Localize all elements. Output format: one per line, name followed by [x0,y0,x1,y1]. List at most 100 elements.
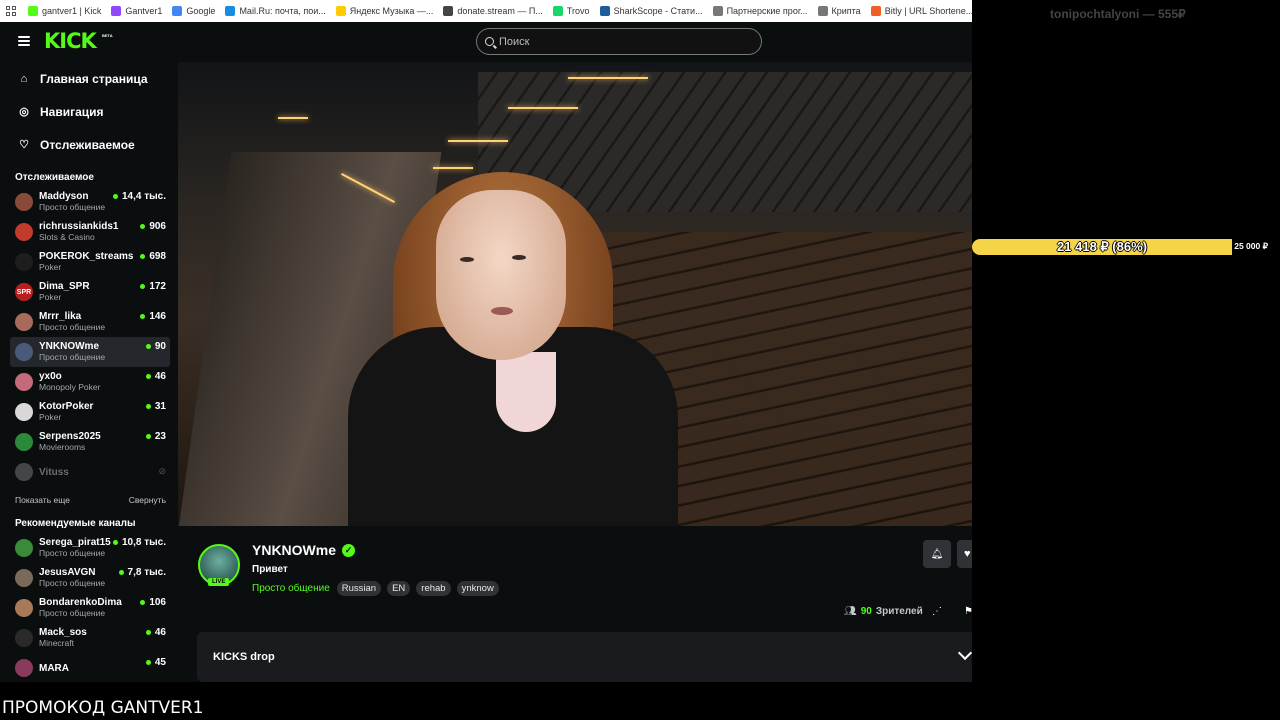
viewer-count: 31 [145,401,166,412]
bookmark-item[interactable]: Яндекс Музыка —... [335,6,433,16]
live-dot-icon [112,540,118,545]
channel-category: Просто общение [39,608,106,618]
streamer-eye [512,255,526,260]
nav-item[interactable]: ♡ Отслеживаемое [0,128,178,161]
tag-chip[interactable]: rehab [416,581,451,596]
viewer-count: 23 [145,431,166,442]
channel-name: BondarenkoDima [39,597,122,608]
sidebar-channel[interactable]: SPR Dima_SPR Poker 172 [0,277,178,307]
search-box[interactable] [476,28,762,55]
sidebar-channel[interactable]: Maddyson Просто общение 14,4 тыс. [0,187,178,217]
viewers-label: Зрителей [875,606,923,617]
tag-chip[interactable]: ynknow [456,581,499,596]
avatar [15,659,33,677]
live-dot-icon [145,344,151,349]
recommended-title: Рекомендуемые каналы [15,517,136,529]
report-icon[interactable]: ⚑ [964,606,972,617]
collapse-link[interactable]: Свернуть [129,495,166,505]
sidebar-channel[interactable]: JesusAVGN Просто общение 7,8 тыс. [0,563,178,593]
channel-category: Просто общение [39,202,106,212]
avatar [15,629,33,647]
viewer-count: 46 [145,371,166,382]
sidebar-channel[interactable]: BondarenkoDima Просто общение 106 [0,593,178,623]
bookmark-item[interactable]: Партнерские прог... [712,6,808,16]
sidebar: ⌂ Главная страница ◎ Навигация ♡ Отслеживаемо… [0,62,178,682]
sidebar-channel[interactable]: Mrrr_lika Просто общение 146 [0,307,178,337]
sidebar-channel[interactable]: MARA 45 [0,653,178,682]
bookmark-item[interactable]: Trovo [552,6,590,16]
viewer-count: 10,8 тыс. [112,537,166,548]
sidebar-channel[interactable]: POKEROK_streams Poker 698 [0,247,178,277]
kick-logo[interactable]: KICK [44,29,97,53]
show-more-link[interactable]: Показать еще [15,495,70,505]
live-dot-icon [112,194,118,199]
bookmark-item[interactable]: Mail.Ru: почта, пои... [225,6,326,16]
channel-name: MARA [39,662,69,674]
bookmark-item[interactable]: Крипта [817,6,861,16]
chevron-down-icon[interactable] [957,645,972,661]
category-link[interactable]: Просто общение [252,583,330,594]
bookmark-item[interactable]: Google [172,6,215,16]
channel-name: richrussiankids1 [39,221,119,232]
avatar [15,313,33,331]
channel-meta: BondarenkoDima Просто общение [39,597,143,619]
bookmark-favicon-icon [172,6,183,16]
viewers-number: 90 [860,606,872,617]
channel-name: Dima_SPR [39,281,90,292]
channel-category: Minecraft [39,638,74,648]
bookmark-favicon-icon [552,6,563,16]
channel-meta: Dima_SPR Poker [39,281,143,303]
sidebar-channel[interactable]: Serega_pirat15 Просто общение 10,8 тыс. [0,533,178,563]
channel-meta: Mrrr_lika Просто общение [39,311,143,333]
following-title: Отслеживаемое [15,171,94,183]
tag-chip[interactable]: EN [387,581,411,596]
channel-meta: Serpens2025 Movierooms [39,431,143,453]
notifications-button[interactable]: 🔔︎ [923,540,951,568]
channel-name: Mrrr_lika [39,311,82,322]
bookmark-favicon-icon [870,6,881,16]
nav-item[interactable]: ◎ Навигация [0,95,178,128]
bookmark-item[interactable]: SharkScope - Стати... [599,6,703,16]
sidebar-channel[interactable]: YNKNOWme Просто общение 90 [10,337,170,367]
tag-chip[interactable]: Russian [336,581,382,596]
bookmark-favicon-icon [817,6,828,16]
beta-label: BETA [102,33,113,38]
menu-icon[interactable] [18,36,30,46]
kicks-drop-label: KICKS drop [213,651,275,663]
search-input[interactable] [499,35,739,48]
channel-category: Monopoly Poker [39,382,101,392]
bookmark-favicon-icon [111,6,122,16]
kicks-drop-panel[interactable]: KICKS drop [197,632,972,682]
bookmark-favicon-icon [712,6,723,16]
sidebar-channel[interactable]: richrussiankids1 Slots & Casino 906 [0,217,178,247]
apps-grid-icon[interactable] [6,6,16,16]
last-donation: tonipochtalyoni — 555₽ [1050,7,1186,21]
top-bar: KICK BETA [0,22,972,62]
bookmark-item[interactable]: Gantver1 [111,6,162,16]
donation-goal-bar: 21 418 ₽ (86%) 25 000 ₽ [972,238,1274,256]
live-dot-icon [145,660,151,665]
bookmark-item[interactable]: donate.stream — П... [443,6,543,16]
avatar [15,599,33,617]
bookmark-item[interactable]: Bitly | URL Shortene... [870,6,972,16]
offline-icon: ⊘ [158,466,166,476]
bookmark-item[interactable]: gantver1 | Kick [28,6,101,16]
nav-item[interactable]: ⌂ Главная страница [0,62,178,95]
sidebar-channel[interactable]: yx0o Monopoly Poker 46 [0,367,178,397]
viewer-number: 46 [154,627,166,638]
heart-icon: ♥ [964,548,971,560]
sidebar-channel[interactable]: KotorPoker Poker 31 [0,397,178,427]
channel-category: Просто общение [39,352,106,362]
channel-name[interactable]: YNKNOWme [252,542,336,558]
bookmark-label: Gantver1 [125,6,163,16]
sidebar-channel[interactable]: Mack_sos Minecraft 46 [0,623,178,653]
channel-name: POKEROK_streams [39,251,134,262]
video-player[interactable] [178,62,972,526]
avatar [15,463,33,481]
streamer-mouth [491,307,513,315]
share-icon[interactable]: ⋰ [932,606,942,617]
sidebar-channel[interactable]: Vituss ⊘ [0,457,178,487]
avatar [15,539,33,557]
follow-button[interactable]: ♥ [957,540,972,568]
sidebar-channel[interactable]: Serpens2025 Movierooms 23 [0,427,178,457]
